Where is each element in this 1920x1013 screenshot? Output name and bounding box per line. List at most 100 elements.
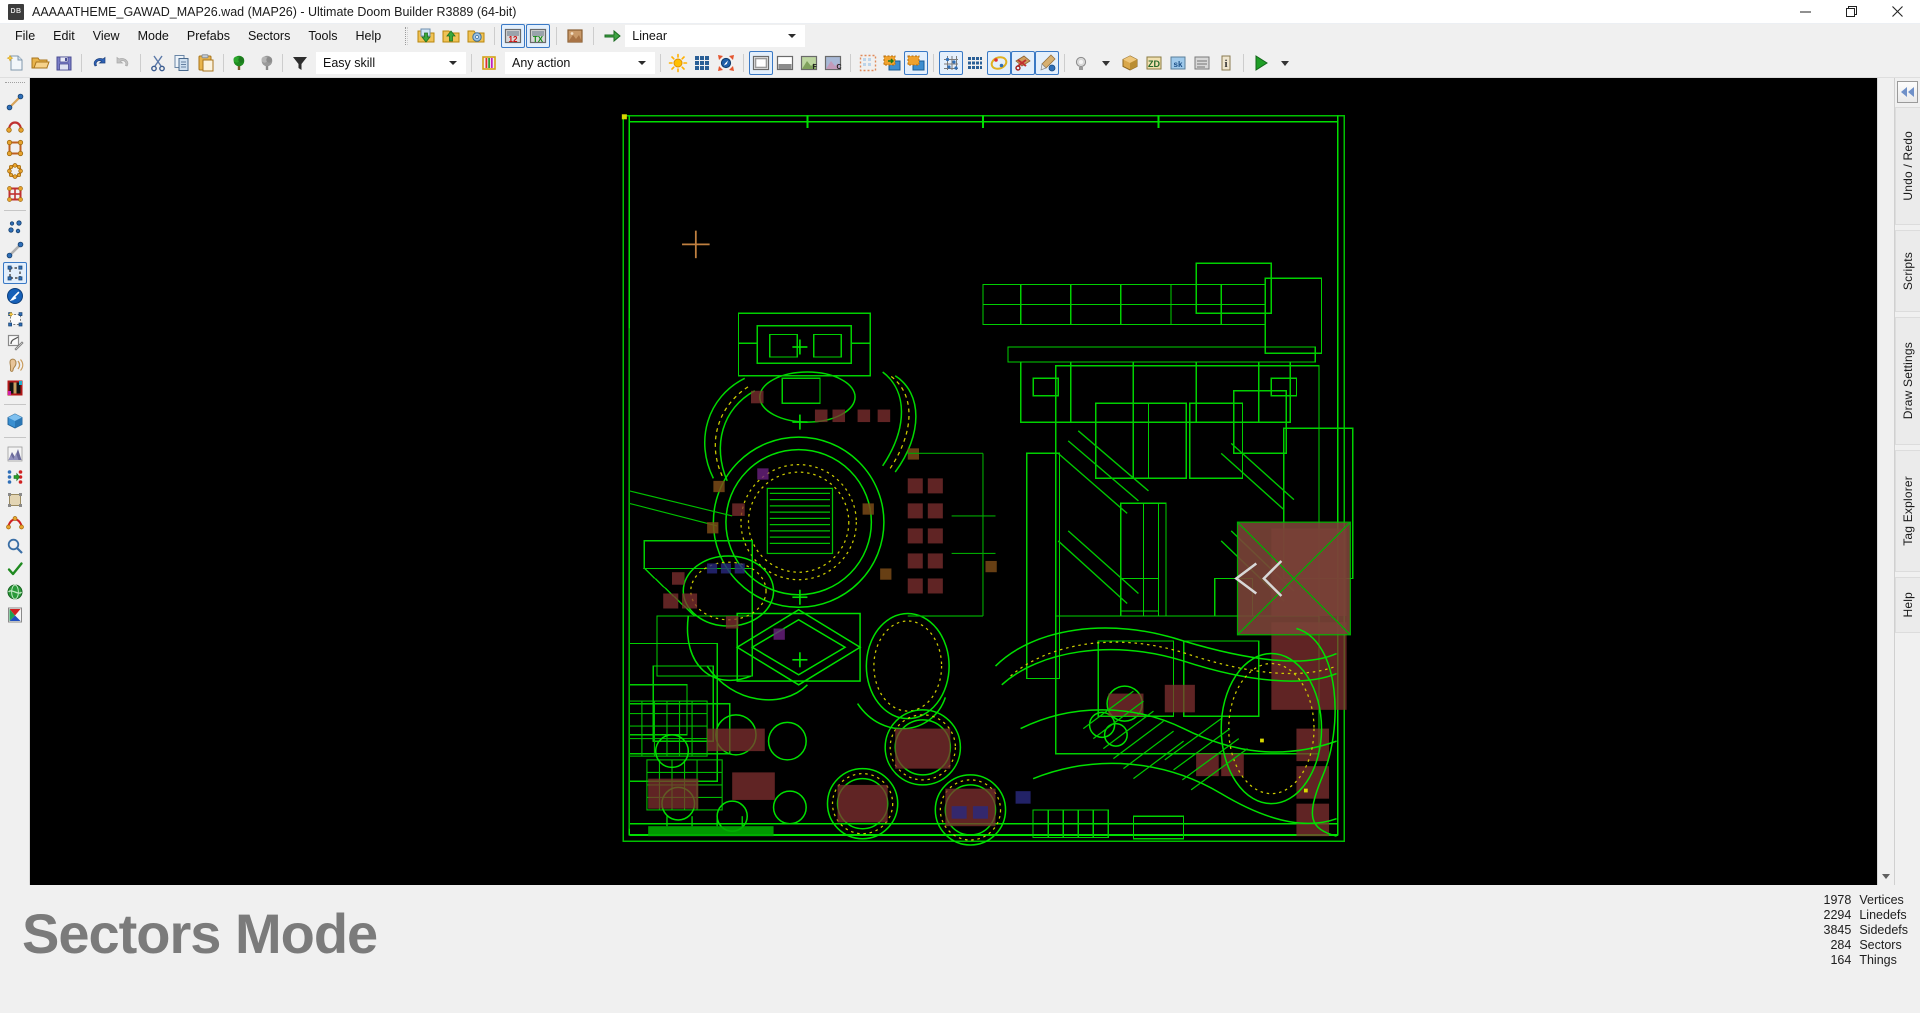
vertices-mode[interactable] (3, 216, 27, 238)
chevron-dropdown-lights[interactable] (1094, 51, 1118, 75)
map-editing-canvas[interactable] (30, 78, 1877, 885)
toggle-grid-button[interactable] (690, 51, 714, 75)
edit-selection-mode[interactable] (3, 331, 27, 353)
menu-file[interactable]: File (6, 26, 44, 46)
linedefs-mode[interactable] (3, 239, 27, 261)
things-mode[interactable] (3, 285, 27, 307)
toggle-highlight-button[interactable] (880, 51, 904, 75)
sky-button[interactable]: sk (1166, 51, 1190, 75)
make-sector-mode[interactable] (3, 308, 27, 330)
redo-button[interactable] (111, 51, 135, 75)
tab-undo-redo[interactable]: Undo / Redo (1895, 107, 1920, 225)
info-button[interactable]: i (1214, 51, 1238, 75)
maximize-button[interactable] (1828, 0, 1874, 24)
tab-help[interactable]: Help (1895, 577, 1920, 633)
doom-format-icon[interactable]: 12 (501, 24, 526, 48)
svg-text:sk: sk (1174, 60, 1183, 69)
view-ceiling-textures-button[interactable]: C (821, 51, 845, 75)
dynamic-light-button[interactable] (1070, 51, 1094, 75)
visual-mode[interactable] (3, 410, 27, 432)
script-editor-mode[interactable] (3, 581, 27, 603)
sound-propagation-mode[interactable] (3, 354, 27, 376)
progress-bar (0, 1009, 1920, 1013)
copy-button[interactable] (170, 51, 194, 75)
sector-resize-mode[interactable] (3, 489, 27, 511)
menu-sectors[interactable]: Sectors (239, 26, 299, 46)
tab-tag-explorer[interactable]: Tag Explorer (1895, 450, 1920, 572)
scroll-down-button[interactable] (1878, 868, 1894, 885)
menu-view[interactable]: View (84, 26, 129, 46)
sidedefs-count: 3845 (1823, 923, 1852, 937)
chevron-dropdown-test[interactable] (1273, 51, 1297, 75)
chevron-down-icon[interactable] (449, 60, 457, 65)
auto-clear-sidedef-button[interactable] (1011, 50, 1035, 75)
chevron-down-icon[interactable] (638, 60, 646, 65)
toggle-brightness-button[interactable] (666, 51, 690, 75)
sound-environment-mode[interactable] (3, 377, 27, 399)
open-map-button[interactable] (28, 51, 52, 75)
collapse-docker-button[interactable] (1897, 81, 1918, 103)
svg-text:12: 12 (509, 35, 518, 44)
draw-rectangle-mode[interactable] (3, 137, 27, 159)
view-brightness-button[interactable] (773, 51, 797, 75)
menu-prefabs[interactable]: Prefabs (178, 26, 239, 46)
save-map-button[interactable] (52, 51, 76, 75)
auto-adjust-textures-button[interactable] (1035, 50, 1059, 75)
svg-text:TX: TX (533, 35, 544, 44)
test-map-button[interactable] (1249, 51, 1273, 75)
action-combo[interactable]: Any action (505, 51, 655, 74)
toolbar-separator-5 (471, 53, 472, 72)
thing-alignment-mode[interactable] (3, 466, 27, 488)
find-replace-mode[interactable] (3, 535, 27, 557)
toggle-selection-effects-button[interactable] (904, 50, 928, 75)
auto-align-textures-button[interactable] (987, 50, 1011, 75)
color-picker-mode[interactable] (3, 604, 27, 626)
gzdoom-features-button[interactable]: ZD (1142, 51, 1166, 75)
open-map-in-current-wad-icon[interactable] (414, 24, 438, 48)
menu-tools[interactable]: Tools (299, 26, 346, 46)
menu-help[interactable]: Help (347, 26, 391, 46)
save-map-icon[interactable] (439, 24, 463, 48)
show-grid-button[interactable] (963, 51, 987, 75)
mode-toolbar-grip[interactable] (4, 82, 25, 88)
new-map-button[interactable] (4, 51, 28, 75)
curve-type-combo[interactable]: Linear (625, 25, 806, 47)
toggle-marquee-select-button[interactable] (856, 51, 880, 75)
brightness-gradient-mode[interactable] (3, 443, 27, 465)
insert-prefab-button[interactable] (229, 51, 253, 75)
tab-draw-settings[interactable]: Draw Settings (1895, 317, 1920, 445)
linedef-curve-icon[interactable] (600, 24, 624, 48)
svg-text:ZD: ZD (1148, 59, 1160, 69)
minimize-button[interactable] (1782, 0, 1828, 24)
curve-linedefs-mode[interactable] (3, 512, 27, 534)
draw-lines-mode[interactable] (3, 91, 27, 113)
canvas-vertical-scrollbar[interactable] (1877, 78, 1894, 885)
undo-button[interactable] (87, 51, 111, 75)
fog-button[interactable] (1190, 51, 1214, 75)
cut-button[interactable] (146, 51, 170, 75)
skill-combo-value: Easy skill (323, 55, 376, 70)
close-button[interactable] (1874, 0, 1920, 24)
texture-browser-icon[interactable] (563, 24, 587, 48)
view-floor-textures-button[interactable]: F (797, 51, 821, 75)
sectors-mode[interactable] (2, 262, 27, 284)
chevron-down-icon[interactable] (788, 34, 797, 38)
models-button[interactable] (1118, 51, 1142, 75)
draw-curve-mode[interactable] (3, 114, 27, 136)
draw-ellipse-mode[interactable] (3, 160, 27, 182)
menu-edit[interactable]: Edit (44, 26, 84, 46)
vertices-count: 1978 (1823, 893, 1852, 907)
error-check-mode[interactable] (3, 558, 27, 580)
toolstrip-grip[interactable] (405, 27, 409, 45)
view-wireframe-button[interactable] (749, 50, 773, 75)
snap-to-grid-button[interactable] (939, 50, 963, 75)
udmf-format-icon[interactable]: TX (526, 24, 551, 48)
paste-button[interactable] (194, 51, 218, 75)
menu-mode[interactable]: Mode (129, 26, 178, 46)
tab-scripts[interactable]: Scripts (1895, 230, 1920, 312)
draw-grid-mode[interactable] (3, 183, 27, 205)
map-options-icon[interactable] (464, 24, 488, 48)
create-prefab-button[interactable] (253, 51, 277, 75)
toggle-dynamic-grid-button[interactable] (714, 51, 738, 75)
skill-combo[interactable]: Easy skill (316, 51, 466, 74)
